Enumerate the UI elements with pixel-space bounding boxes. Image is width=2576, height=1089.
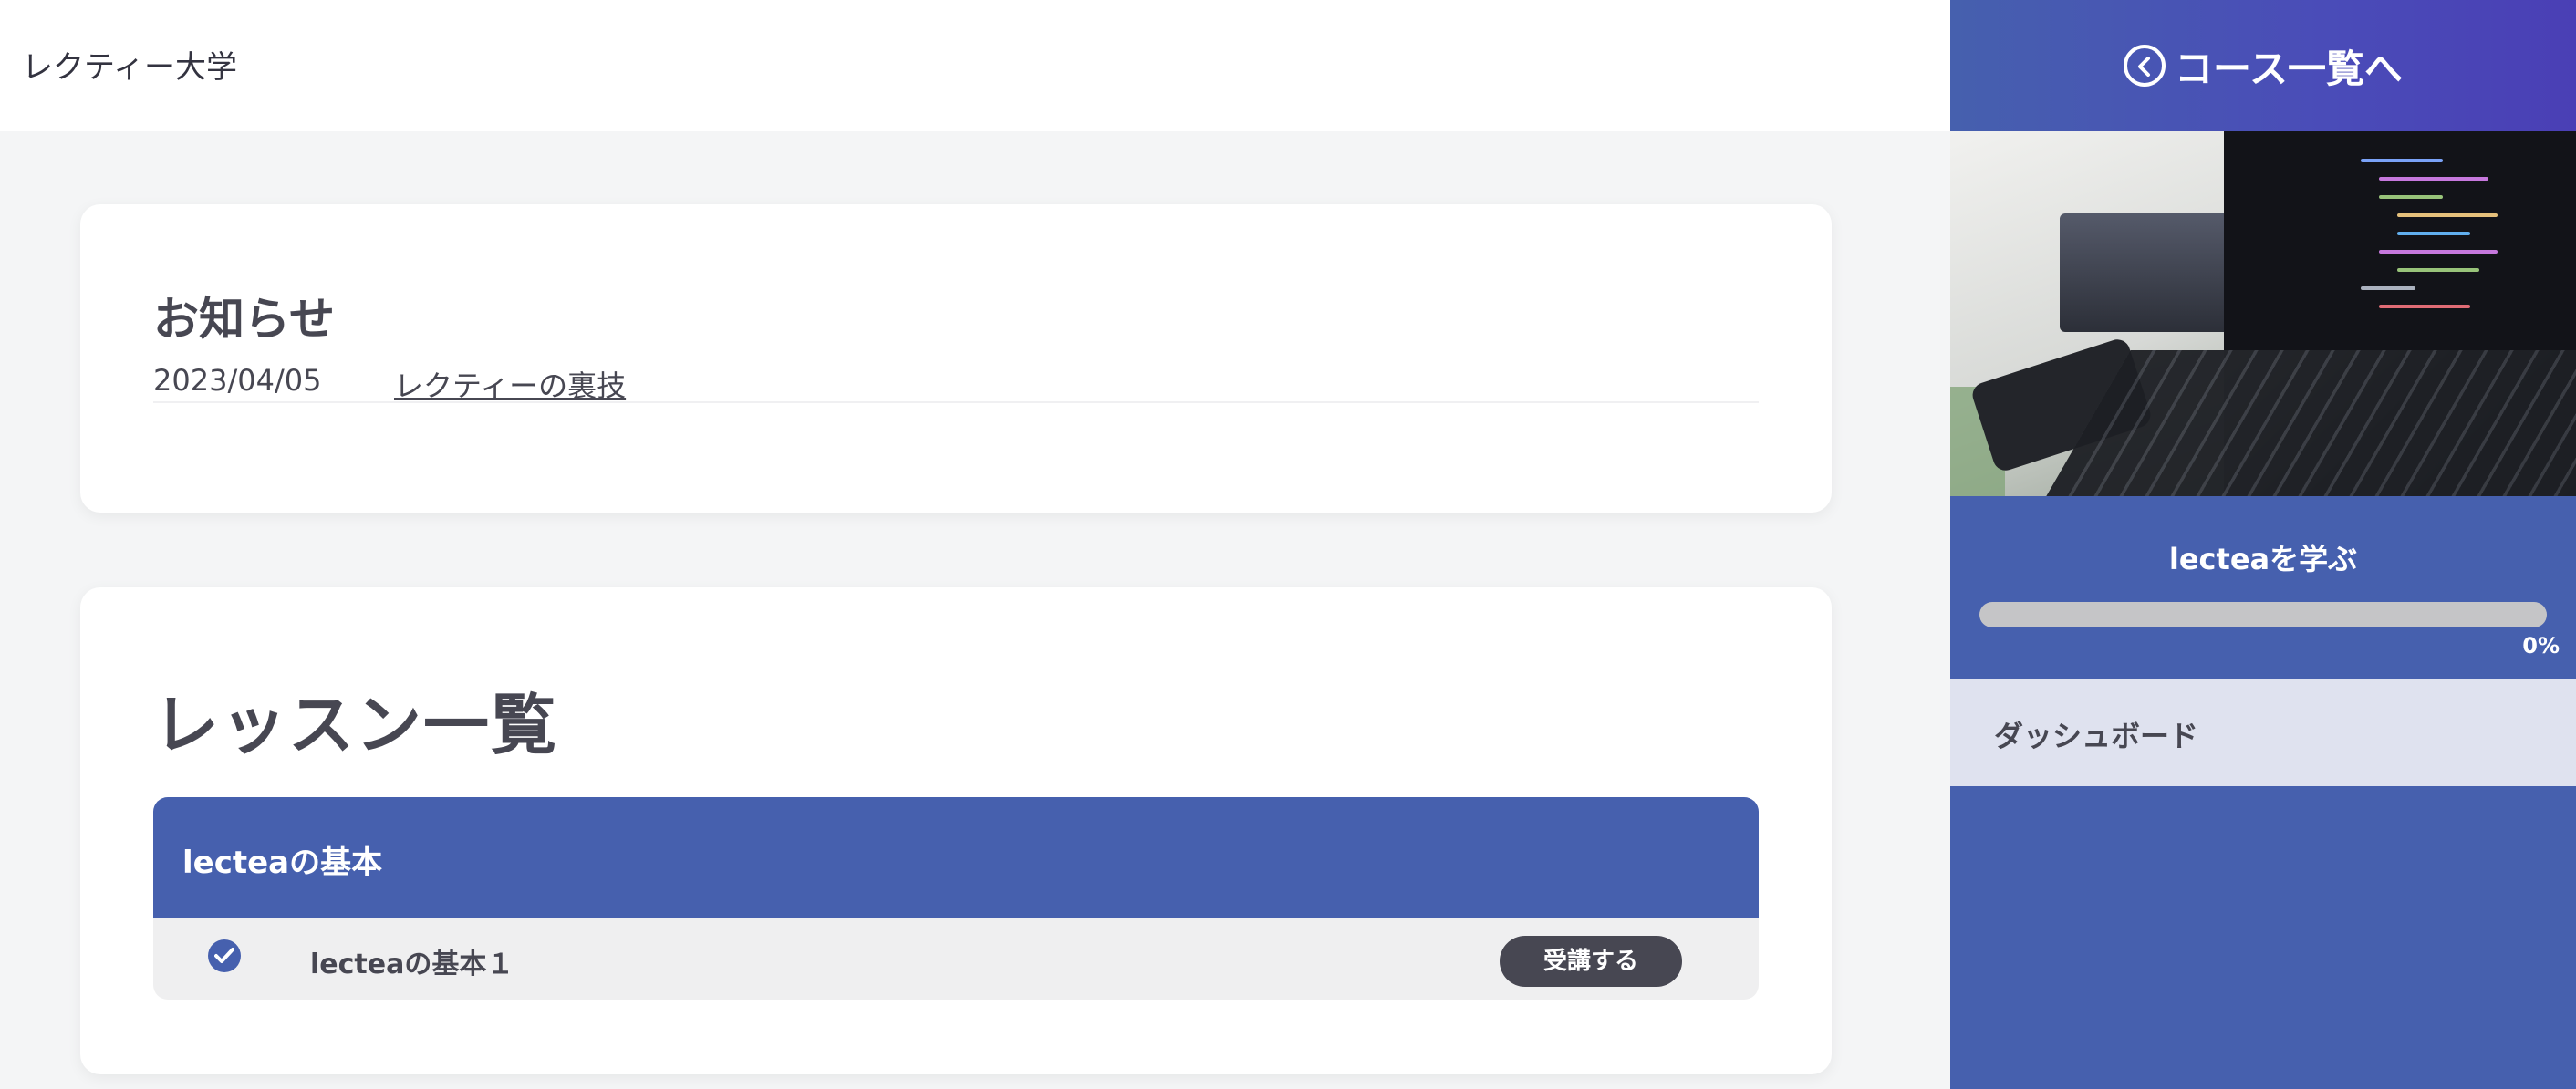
hero-laptop-screen — [2224, 131, 2576, 350]
hero-code-line — [2397, 232, 2470, 235]
top-header: レクティー大学 — [0, 0, 1950, 131]
main-content: お知らせ 2023/04/05 レクティーの裏技 レッスン一覧 lecteaの基… — [0, 131, 1950, 1089]
hero-code-line — [2379, 250, 2498, 254]
hero-monitor — [2060, 213, 2242, 332]
news-date: 2023/04/05 — [153, 363, 322, 398]
sidebar-item-dashboard[interactable]: ダッシュボード — [1950, 679, 2576, 786]
course-progress-bar — [1979, 602, 2547, 627]
hero-code-line — [2397, 213, 2498, 217]
news-heading: お知らせ — [153, 293, 335, 346]
check-circle-icon — [208, 939, 241, 972]
take-lesson-button[interactable]: 受講する — [1500, 936, 1682, 987]
course-sidebar: コース一覧へ lecteaを学ぶ 0% ダッシュボード — [1950, 0, 2576, 1089]
lesson-row: lecteaの基本１ 受講する — [153, 918, 1759, 1000]
lessons-heading: レッスン一覧 — [153, 687, 559, 763]
news-item: 2023/04/05 レクティーの裏技 — [153, 363, 1759, 403]
site-brand[interactable]: レクティー大学 — [22, 42, 237, 87]
lesson-section: lecteaの基本 lecteaの基本１ 受講する — [153, 797, 1759, 1000]
hero-code-line — [2397, 268, 2479, 272]
hero-code-line — [2361, 286, 2415, 290]
lesson-section-title: lecteaの基本 — [153, 797, 1759, 918]
lessons-card: レッスン一覧 lecteaの基本 lecteaの基本１ 受講する — [80, 587, 1832, 1074]
news-card: お知らせ 2023/04/05 レクティーの裏技 — [80, 204, 1832, 513]
back-to-courses-button[interactable]: コース一覧へ — [1950, 0, 2576, 131]
chevron-left-circle-icon — [2124, 45, 2166, 87]
course-name: lecteaを学ぶ — [2168, 542, 2358, 576]
course-progress-panel: lecteaを学ぶ 0% — [1950, 496, 2576, 679]
hero-code-line — [2379, 305, 2470, 308]
back-to-courses-label: コース一覧へ — [2175, 46, 2403, 91]
lesson-title: lecteaの基本１ — [310, 949, 514, 980]
hero-code-line — [2361, 159, 2443, 162]
hero-code-line — [2379, 195, 2443, 199]
news-link[interactable]: レクティーの裏技 — [394, 363, 626, 405]
course-progress-percent: 0% — [2522, 633, 2560, 659]
course-hero-image — [1950, 131, 2576, 496]
sidebar-item-label: ダッシュボード — [1994, 719, 2199, 753]
hero-code-line — [2379, 177, 2488, 181]
